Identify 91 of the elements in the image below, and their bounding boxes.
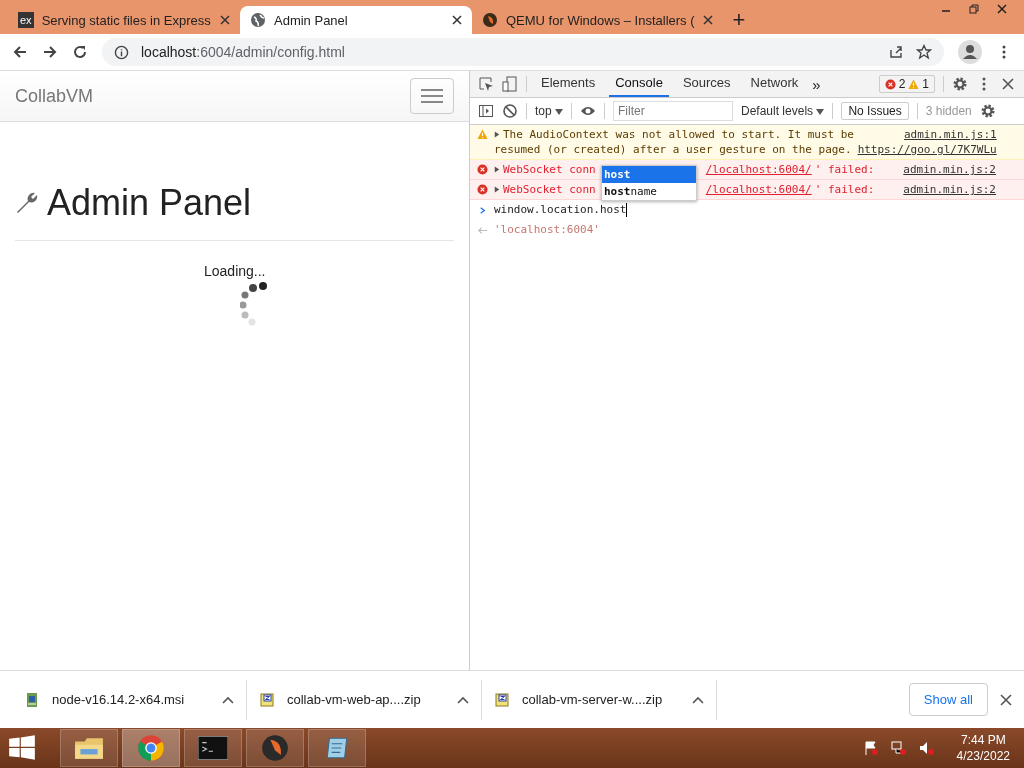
- reload-icon[interactable]: [72, 44, 88, 60]
- address-bar[interactable]: localhost:6004/admin/config.html: [102, 38, 944, 66]
- context-dropdown[interactable]: top: [535, 104, 563, 118]
- new-tab-button[interactable]: +: [722, 6, 756, 34]
- message-text: ' failed:: [814, 162, 875, 177]
- message-link[interactable]: https://goo.gl/7K7WLu: [857, 142, 997, 157]
- message-text: WebSocket conn: [503, 162, 596, 177]
- start-icon[interactable]: [8, 734, 36, 762]
- page-title: Admin Panel: [47, 182, 252, 224]
- error-icon: [884, 78, 896, 90]
- message-text: The AudioContext was not allowed to start. It must be: [503, 127, 854, 142]
- close-tab-icon[interactable]: [220, 15, 230, 25]
- devtools-tab[interactable]: Network: [744, 71, 805, 97]
- share-icon[interactable]: [888, 44, 904, 60]
- caret-icon[interactable]: [692, 695, 704, 704]
- menu-toggle-button[interactable]: [410, 78, 454, 114]
- close-icon[interactable]: [996, 3, 1008, 15]
- close-icon[interactable]: [1000, 76, 1016, 92]
- zip-file-icon: [259, 691, 275, 708]
- message-text: resumed (or created) after a user gesture on the page.: [494, 142, 852, 157]
- bird-icon: [482, 12, 498, 28]
- browser-tab[interactable]: Admin Panel: [240, 6, 472, 34]
- message-text: ' failed:: [814, 182, 875, 197]
- installer-icon: [24, 691, 40, 708]
- source-link[interactable]: admin.min.js:1: [904, 127, 997, 142]
- warning-icon: [908, 78, 920, 90]
- globe-icon: [250, 12, 266, 28]
- star-icon[interactable]: [916, 44, 932, 60]
- profile-icon[interactable]: [958, 40, 982, 64]
- hidden-count: 3 hidden: [925, 104, 972, 118]
- suggestion-item[interactable]: host: [602, 166, 696, 183]
- browser-tab[interactable]: QEMU for Windows – Installers (: [472, 6, 723, 34]
- download-filename[interactable]: node-v16.14.2-x64.msi: [52, 692, 210, 707]
- caret-icon[interactable]: [457, 695, 469, 704]
- devtools-tab[interactable]: Sources: [676, 71, 737, 97]
- favicon-icon: ex: [18, 12, 34, 28]
- loading-text: Loading...: [204, 263, 266, 279]
- download-filename[interactable]: collab-vm-web-ap....zip: [287, 692, 445, 707]
- clock-time[interactable]: 7:44 PM: [960, 732, 1006, 748]
- terminal-icon[interactable]: [184, 729, 242, 767]
- settings-icon[interactable]: [979, 103, 996, 119]
- device-toggle-icon[interactable]: [502, 76, 518, 92]
- download-filename[interactable]: collab-vm-server-w....zip: [522, 692, 680, 707]
- log-levels-dropdown[interactable]: Default levels: [741, 104, 825, 118]
- bird-icon[interactable]: [246, 729, 304, 767]
- expand-icon[interactable]: [494, 166, 500, 173]
- brand-link[interactable]: CollabVM: [15, 85, 94, 107]
- suggestion-item[interactable]: hostname: [602, 183, 696, 200]
- menu-icon: [421, 88, 443, 104]
- source-link[interactable]: admin.min.js:2: [903, 162, 996, 177]
- issues-button[interactable]: No Issues: [841, 102, 909, 120]
- close-tab-icon[interactable]: [702, 15, 713, 25]
- close-icon[interactable]: [1000, 693, 1012, 706]
- browser-tab[interactable]: ex Serving static files in Express: [8, 6, 240, 34]
- close-tab-icon[interactable]: [452, 15, 462, 25]
- inspect-icon[interactable]: [478, 76, 494, 92]
- caret-icon[interactable]: [222, 695, 234, 704]
- issue-counter[interactable]: 2 1: [878, 75, 935, 93]
- show-all-button[interactable]: Show all: [908, 683, 988, 716]
- network-icon[interactable]: [890, 740, 907, 756]
- restore-icon[interactable]: [968, 3, 980, 15]
- zip-file-icon: [494, 691, 510, 708]
- error-icon: [477, 164, 488, 175]
- result-text: 'localhost:6004': [494, 223, 600, 237]
- url-link[interactable]: /localhost:6004/: [705, 162, 812, 177]
- settings-icon[interactable]: [952, 76, 968, 92]
- caret-icon: [816, 109, 825, 115]
- forward-icon[interactable]: [42, 44, 58, 60]
- filter-field[interactable]: Filter: [613, 101, 733, 121]
- flag-icon[interactable]: [862, 740, 879, 756]
- sidebar-toggle-icon[interactable]: [478, 103, 494, 119]
- devtools-tab[interactable]: Elements: [535, 71, 602, 97]
- clear-console-icon[interactable]: [502, 103, 518, 119]
- source-link[interactable]: admin.min.js:2: [903, 182, 996, 197]
- more-tabs-button[interactable]: »: [812, 75, 821, 93]
- expand-icon[interactable]: [494, 131, 500, 138]
- expand-icon[interactable]: [494, 186, 500, 193]
- info-icon: [114, 44, 129, 60]
- result-icon: [477, 225, 488, 236]
- message-text: WebSocket conn: [503, 182, 596, 197]
- warning-icon: [477, 129, 488, 140]
- folder-icon[interactable]: [60, 729, 118, 767]
- back-icon[interactable]: [12, 44, 28, 60]
- error-icon: [477, 184, 488, 195]
- wrench-icon: [15, 191, 39, 215]
- clock-date[interactable]: 4/23/2022: [956, 748, 1010, 764]
- speaker-icon[interactable]: [918, 740, 935, 756]
- console-input[interactable]: window.location.host: [494, 203, 628, 217]
- caret-icon: [555, 109, 563, 115]
- url-link[interactable]: /localhost:6004/: [705, 182, 812, 197]
- notepad-icon[interactable]: [308, 729, 366, 767]
